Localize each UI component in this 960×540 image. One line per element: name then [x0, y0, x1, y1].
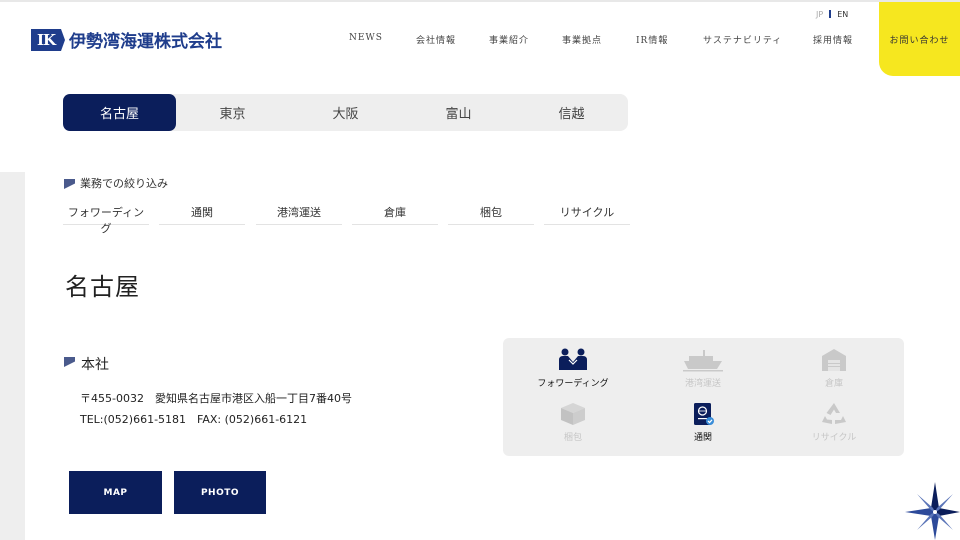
lang-divider [829, 10, 832, 18]
office-title: 本社 [81, 357, 109, 373]
service-packing: 梱包 [508, 402, 638, 443]
filter-label: 業務での絞り込み [80, 177, 168, 190]
left-decoration [0, 172, 25, 540]
main-nav: NEWS 会社情報 事業紹介 事業拠点 IR情報 サステナビリティ 採用情報 [0, 33, 960, 47]
map-button[interactable]: MAP [69, 471, 162, 514]
service-label: フォワーディング [537, 379, 609, 389]
nav-ir[interactable]: IR情報 [636, 33, 668, 46]
region-tabs: 名古屋 東京 大阪 富山 信越 [63, 94, 628, 131]
filter-port-transport[interactable]: 港湾運送 [256, 204, 342, 225]
service-label: 港湾運送 [684, 379, 721, 389]
service-label: 通関 [693, 433, 712, 443]
service-recycle: リサイクル [769, 402, 899, 443]
passport-icon [694, 403, 714, 425]
top-border [0, 0, 960, 2]
service-customs: 通関 [638, 402, 768, 443]
filter-forwarding[interactable]: フォワーディング [63, 204, 149, 235]
filter-customs[interactable]: 通関 [159, 204, 245, 225]
city-heading: 名古屋 [65, 273, 140, 301]
compass-icon [905, 482, 960, 540]
ship-icon [683, 350, 723, 372]
service-label: リサイクル [811, 433, 857, 443]
language-switch: JP EN [816, 10, 848, 19]
tab-osaka[interactable]: 大阪 [289, 94, 402, 131]
lang-jp[interactable]: JP [816, 10, 823, 19]
contact-button[interactable]: お問い合わせ [879, 2, 960, 76]
filter-recycle[interactable]: リサイクル [544, 204, 630, 225]
warehouse-icon [822, 349, 846, 371]
service-label: 倉庫 [824, 379, 843, 389]
section-marker-icon [64, 357, 75, 367]
nav-news[interactable]: NEWS [349, 33, 383, 43]
lang-en[interactable]: EN [837, 10, 848, 19]
service-forwarding: フォワーディング [508, 348, 638, 389]
service-port-transport: 港湾運送 [638, 348, 768, 389]
tab-nagoya[interactable]: 名古屋 [63, 94, 176, 131]
tab-shinetsu[interactable]: 信越 [515, 94, 628, 131]
service-warehouse: 倉庫 [769, 348, 899, 389]
services-panel: フォワーディング 港湾運送 倉庫 梱包 通関 リサイクル [503, 338, 904, 456]
tab-tokyo[interactable]: 東京 [176, 94, 289, 131]
tab-toyama[interactable]: 富山 [402, 94, 515, 131]
filter-warehouse[interactable]: 倉庫 [352, 204, 438, 225]
section-marker-icon [64, 179, 75, 189]
photo-button[interactable]: PHOTO [174, 471, 266, 514]
nav-company[interactable]: 会社情報 [416, 33, 456, 46]
recycle-icon [822, 403, 846, 424]
service-label: 梱包 [563, 433, 582, 443]
nav-sustainability[interactable]: サステナビリティ [703, 33, 782, 46]
nav-business[interactable]: 事業紹介 [489, 33, 529, 46]
filter-packing[interactable]: 梱包 [448, 204, 534, 225]
handshake-icon [559, 348, 587, 370]
box-icon [561, 403, 585, 425]
office-phone: TEL:(052)661-5181 FAX: (052)661-6121 [80, 413, 308, 426]
office-address: 〒455-0032 愛知県名古屋市港区入船一丁目7番40号 [80, 392, 352, 405]
nav-recruit[interactable]: 採用情報 [813, 33, 853, 46]
nav-locations[interactable]: 事業拠点 [562, 33, 602, 46]
